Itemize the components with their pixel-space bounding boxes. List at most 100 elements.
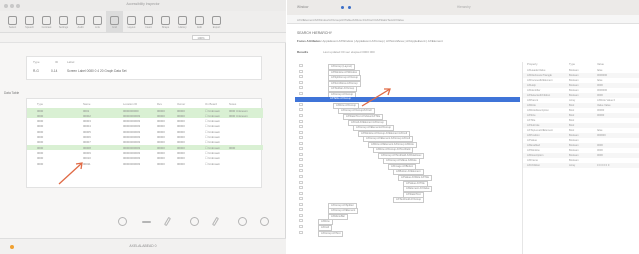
grid-header-cell[interactable]: Notes [229,102,236,106]
tree-node[interactable]: AXRow [318,219,333,226]
table-row[interactable]: 0000 00002 00000000003 00000 00000 ☐ Unknown 0… [27,113,263,119]
disclosure-triangle-icon[interactable] [299,113,303,117]
grid-header-cell[interactable]: Location ID [123,102,137,106]
table-row[interactable]: 0000 00005 00000000003 00000 00000 ☐ Unknown [27,129,263,134]
table-row[interactable]: 0000 00007 00000000003 00000 00000 ☐ Unknown [27,140,263,145]
grid-header-cell[interactable]: Rev [157,102,162,106]
tree-node[interactable]: AXRow AXElement AXGroup AXRole [368,141,417,148]
disclosure-triangle-icon[interactable] [299,202,303,206]
tree-node[interactable]: AXGroup AXTextField AXRoleDesc [378,152,425,159]
device-selector[interactable]: Window [297,5,308,9]
navigation-control[interactable] [339,4,357,11]
pencil-icon[interactable] [211,216,220,227]
toolbar-button-export[interactable]: Export [208,11,225,33]
property-header-cell[interactable]: Type [569,62,575,66]
disclosure-triangle-icon[interactable] [299,141,303,145]
table-row[interactable]: 0000 00009 00000000003 00000 00000 ☐ Unknown [27,150,263,155]
tree-node[interactable]: AXStaticText [403,191,424,198]
refresh-icon[interactable] [190,217,199,226]
toolbar-button-settings[interactable]: Settings [55,11,72,33]
path-bar[interactable]: AXUIElement/AXWindow/AXGroup/AXTable/AXR… [287,15,639,24]
grid-header-cell[interactable]: Owner [177,102,185,106]
disclosure-triangle-icon[interactable] [299,152,303,156]
disclosure-triangle-icon[interactable] [299,208,303,212]
disclosure-triangle-icon[interactable] [299,147,303,151]
tree-node[interactable]: AXGroup (Layout) [328,64,355,70]
disclosure-triangle-icon[interactable] [299,136,303,140]
disclosure-triangle-icon[interactable] [299,108,303,112]
tree-node[interactable]: AXGroup AXSplitter [328,202,357,209]
table-row[interactable]: 0000 00008 00000000003 00000 00000 ☐ Unknown 0… [27,145,263,151]
forward-icon[interactable] [348,6,351,9]
tree-node[interactable]: AXGroup AXElement [328,208,359,215]
toolbar-button-link[interactable]: Link [89,11,106,33]
disclosure-triangle-icon[interactable] [299,169,303,173]
pen-icon[interactable] [163,216,172,227]
disclosure-triangle-icon[interactable] [299,219,303,223]
disclosure-triangle-icon[interactable] [299,80,303,84]
disclosure-triangle-icon[interactable] [299,158,303,162]
tree-node[interactable]: AXGroup AXValue AXRole [383,158,420,165]
property-row[interactable]: AXChildren Array 0 0 0 0 0 0 [523,163,639,168]
target-icon[interactable] [238,217,247,226]
tree-node[interactable]: AXCell AXElement AXGroup [348,119,387,126]
tree-node[interactable]: AXImage AXButton [388,163,417,170]
disclosure-triangle-icon[interactable] [299,230,303,234]
tree-node[interactable]: AXRow AXGroup [333,102,359,109]
tree-node[interactable]: AXWindow AXWindow [328,69,360,76]
property-header-cell[interactable]: Value [597,62,604,66]
toolbar-button-edit[interactable]: Edit [191,11,208,33]
table-row[interactable]: 0000 00004 00000000003 00000 00000 ☐ Unknown [27,124,263,129]
table-row[interactable]: 0000 0001 0000000000 00000 00000 ☐ Unknown 000… [27,108,263,113]
tree-node[interactable]: AXScrollArea AXGroup [328,80,361,87]
toolbar-button-speech[interactable]: Speech [21,11,38,33]
tree-node[interactable]: AXGroup AXText [318,230,344,237]
grid-header-cell[interactable]: On Board [205,102,217,106]
disclosure-triangle-icon[interactable] [299,175,303,178]
toolbar-button-select[interactable]: Select [4,11,21,33]
tree-node[interactable]: AXGroup AXGroup [328,91,356,98]
tree-node[interactable]: AXStaticText AXValue/AXTitle [343,113,384,120]
toolbar-button-layout[interactable]: Layout [123,11,140,33]
tree-node[interactable]: AXGroup AXGroup/AXCell [338,108,375,115]
tree-node[interactable]: AXGroup AXElementAXGroup [353,125,394,132]
tree-node[interactable]: AXRow AXGroup AXTextField [373,147,414,154]
table-row[interactable]: 0000 00003 00000000003 00000 00000 ☐ Unknown [27,119,263,124]
disclosure-triangle-icon[interactable] [299,102,303,106]
disclosure-triangle-icon[interactable] [299,86,303,90]
disclosure-triangle-icon[interactable] [299,191,303,195]
tree-node[interactable]: AXSplitGroup AXGroup [328,75,361,82]
tree-node[interactable]: AXWindow AXGroup AXElement AXCell [358,130,410,137]
disclosure-triangle-icon[interactable] [299,69,303,73]
toolbar-button-insert[interactable]: Insert [140,11,157,33]
tree-node[interactable]: AXTable AXGroup [328,97,353,101]
tree-node[interactable]: AXElement AXValue [403,186,433,193]
tree-node[interactable]: AXButton AXElement [393,169,424,176]
disclosure-triangle-icon[interactable] [299,224,303,228]
toolbar-button-grid[interactable]: Grid [106,11,123,33]
toolbar-button-shape[interactable]: Shape [157,11,174,33]
disclosure-triangle-icon[interactable] [299,125,303,129]
tree-node[interactable]: AXGroup AXElement AXGroup AXCell [363,136,413,143]
disclosure-triangle-icon[interactable] [299,163,303,167]
toolbar-button-contrast[interactable]: Contrast [38,11,55,33]
disclosure-triangle-icon[interactable] [299,130,303,134]
grid-header-cell[interactable]: Name [83,102,90,106]
tree-node[interactable]: AXToolbar AXGroup [328,86,358,93]
minus-icon[interactable] [142,221,151,223]
disclosure-triangle-icon[interactable] [299,91,303,95]
back-icon[interactable] [341,6,344,9]
disclosure-triangle-icon[interactable] [299,180,303,184]
toolbar-button-audit[interactable]: Audit [72,11,89,33]
disclosure-triangle-icon[interactable] [299,186,303,190]
tree-node[interactable]: AXValue AXTitle [403,180,428,187]
gauge-icon[interactable] [260,217,269,226]
tree-node[interactable]: AXTextField AXGroup [393,197,425,204]
info-icon[interactable] [118,217,127,226]
tree-node[interactable]: AXMenuBar [328,213,348,220]
disclosure-triangle-icon[interactable] [299,213,303,217]
disclosure-triangle-icon[interactable] [299,64,303,67]
disclosure-triangle-icon[interactable] [299,75,303,79]
tree-node[interactable]: AXCell [318,224,332,231]
zoom-select[interactable]: 100% [192,35,210,40]
